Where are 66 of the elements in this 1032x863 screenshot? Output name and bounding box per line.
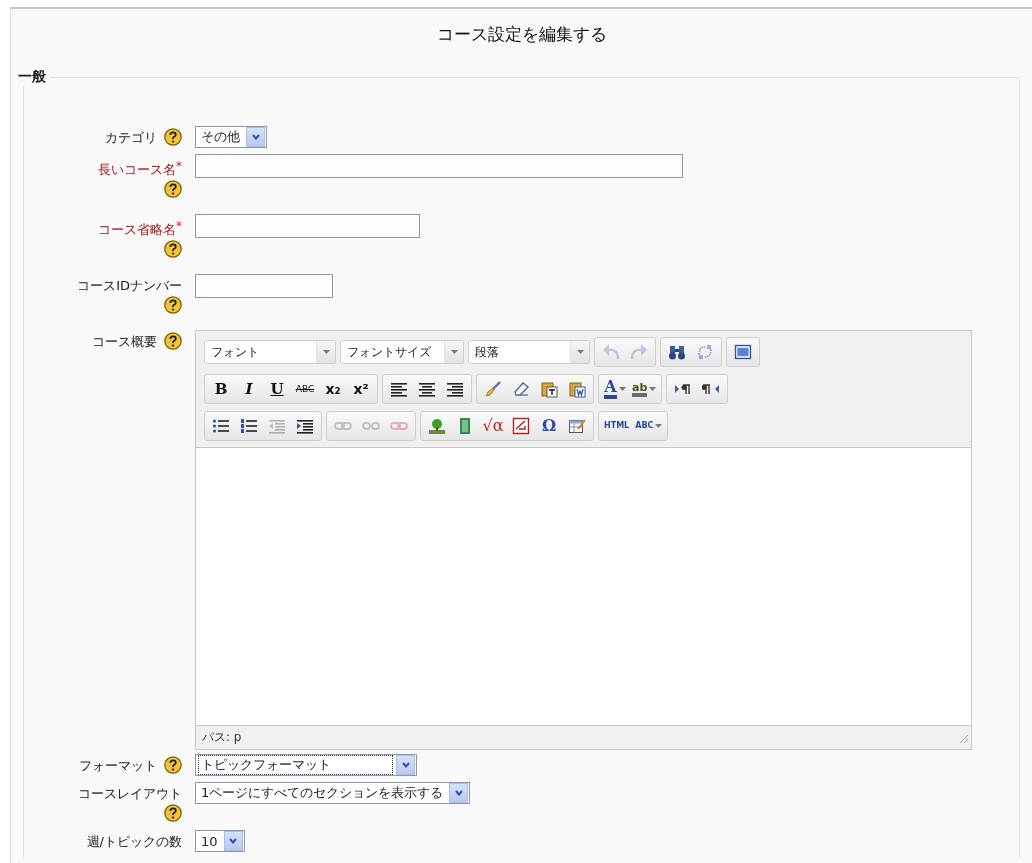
field-label: コースIDナンバー [77,278,182,293]
element-path: パス: p [202,729,242,746]
strike-button[interactable]: ABC [292,378,318,400]
table-edit-icon [568,417,586,435]
help-icon[interactable] [164,804,182,822]
caret-icon [649,387,657,391]
help-icon[interactable] [164,180,182,198]
replace-icon [696,343,714,361]
field-label: カテゴリ [105,130,157,145]
align-center-icon [418,380,436,398]
dropdown-select[interactable]: トピックフォーマット [195,754,417,776]
page-title: コース設定を編集する [435,23,608,46]
caret-icon [655,424,663,428]
text-field[interactable] [195,214,420,238]
caret-icon [618,387,626,391]
align-left-icon [390,380,408,398]
eraser-icon [512,380,530,398]
caret-icon [576,350,584,354]
dropdown-select[interactable]: 1ページにすべてのセクションを表示する [195,782,471,804]
equation-button[interactable]: √α [480,415,506,437]
text-field[interactable] [195,154,683,178]
help-icon[interactable] [164,296,182,314]
sup-button[interactable]: x² [348,378,374,400]
italic-button[interactable]: I [236,378,262,400]
forecolor-button[interactable]: A [602,378,628,400]
brush-icon [484,380,502,398]
field-label: 週/トピックの数 [86,834,182,849]
field-label: コース概要 [92,334,157,349]
sub-button[interactable]: x₂ [320,378,346,400]
spell-button[interactable]: ABC [633,415,665,437]
chevron-down-icon [401,762,410,768]
charmap-button[interactable]: Ω [536,415,562,437]
indent-icon [296,417,314,435]
chevron-down-icon [229,838,238,844]
bold-button[interactable]: B [208,378,234,400]
chevron-down-icon [251,134,260,140]
chevron-down-icon [454,790,463,796]
numbered-list-icon [240,417,258,435]
field-label: コースレイアウト [78,786,182,801]
outdent-icon [268,417,286,435]
bullet-list-icon [212,417,230,435]
hilite-button[interactable]: ab [630,378,659,400]
toolbar-dropdown[interactable]: フォント [204,340,336,364]
help-icon[interactable] [164,332,182,350]
html-button[interactable]: HTML [602,415,632,437]
dropdown-select[interactable]: その他 [195,126,267,148]
redo-icon [630,343,648,361]
tree-image-icon [428,417,446,435]
toolbar-dropdown[interactable]: フォントサイズ [340,340,464,364]
help-icon[interactable] [164,756,182,774]
clipboard-icon [568,380,586,398]
help-icon[interactable] [164,240,182,258]
underline-button[interactable]: U [264,378,290,400]
undo-icon [602,343,620,361]
window-icon [734,343,752,361]
binoculars-icon [668,343,686,361]
dropdown-select[interactable]: 10 [195,830,245,852]
text-field[interactable] [195,274,333,298]
caret-icon [322,350,330,354]
clipboard-icon [540,380,558,398]
section-legend: 一般 [18,68,50,86]
toolbar-dropdown[interactable]: 段落 [468,340,590,364]
caret-icon [450,350,458,354]
align-right-icon [446,380,464,398]
help-icon[interactable] [164,128,182,146]
field-label: フォーマット [79,758,157,773]
